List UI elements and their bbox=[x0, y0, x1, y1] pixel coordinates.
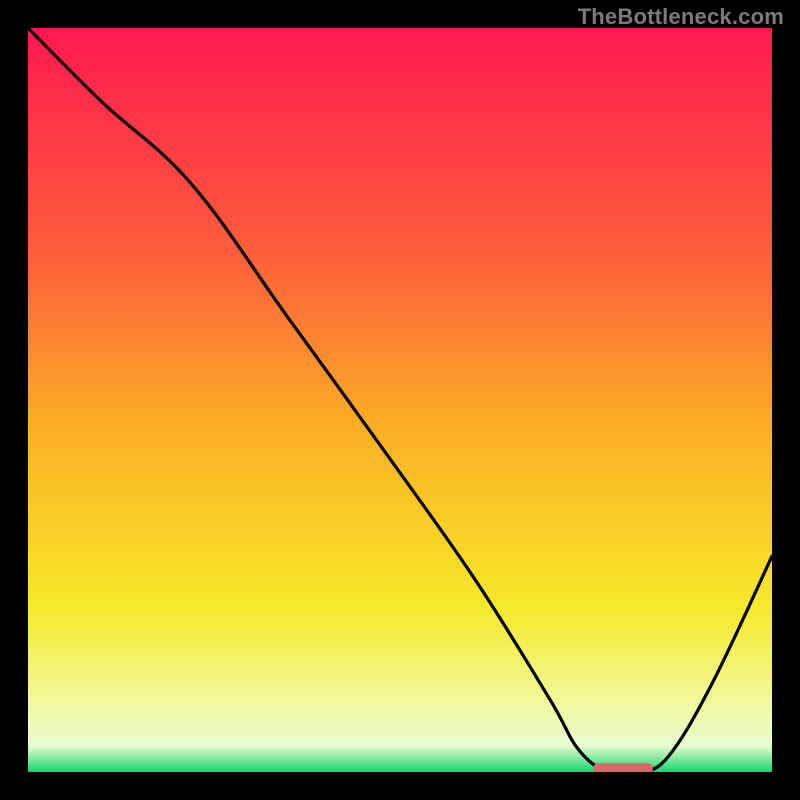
chart-frame: TheBottleneck.com bbox=[0, 0, 800, 800]
optimal-marker bbox=[593, 763, 653, 772]
chart-svg bbox=[28, 28, 772, 772]
plot-area bbox=[28, 28, 772, 772]
watermark-text: TheBottleneck.com bbox=[578, 4, 784, 30]
gradient-background bbox=[28, 28, 772, 772]
